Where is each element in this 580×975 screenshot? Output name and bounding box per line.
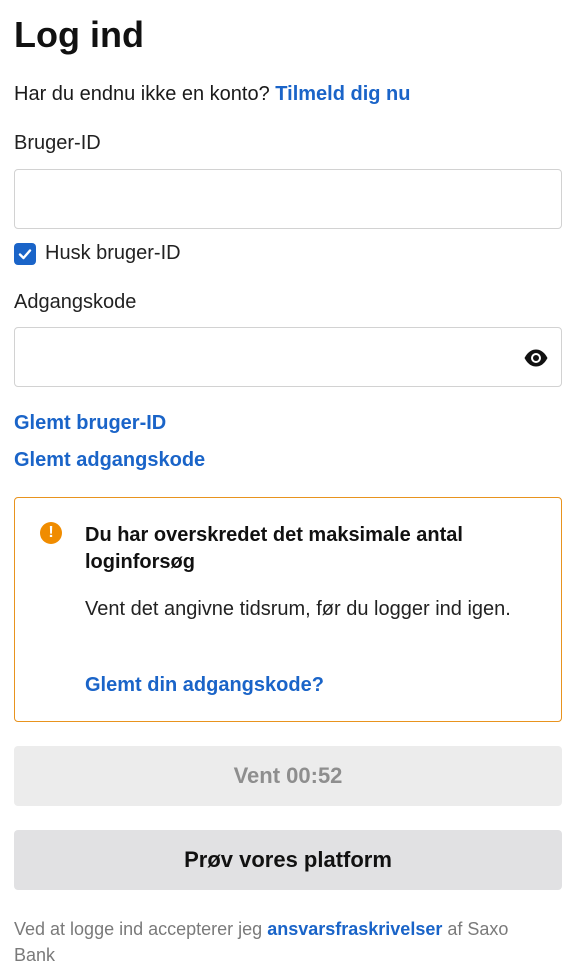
alert-forgot-password-link[interactable]: Glemt din adgangskode? (85, 674, 324, 697)
login-attempts-alert: ! Du har overskredet det maksimale antal… (14, 497, 562, 722)
login-page: Log ind Har du endnu ikke en konto? Tilm… (0, 0, 580, 975)
signup-link[interactable]: Tilmeld dig nu (275, 83, 410, 105)
disclaimer-prefix: Ved at logge ind accepterer jeg (14, 919, 263, 939)
try-platform-button[interactable]: Prøv vores platform (14, 830, 562, 890)
forgot-user-id-link[interactable]: Glemt bruger-ID (14, 412, 166, 435)
show-password-eye-icon[interactable] (523, 346, 549, 370)
password-input[interactable] (15, 328, 561, 386)
remember-user-id: Husk bruger-ID (14, 242, 181, 265)
alert-body: Vent det angivne tidsrum, før du logger … (85, 598, 511, 620)
warning-icon: ! (40, 522, 62, 544)
signup-prompt-text: Har du endnu ikke en konto? (14, 83, 270, 105)
password-label: Adgangskode (14, 291, 137, 313)
remember-user-id-label: Husk bruger-ID (45, 242, 181, 264)
alert-title: Du har overskredet det maksimale antal l… (85, 524, 463, 573)
user-id-field-wrapper (14, 169, 562, 229)
page-title: Log ind (14, 14, 144, 55)
disclaimer-link[interactable]: ansvarsfraskrivelser (267, 919, 442, 939)
forgot-password-link[interactable]: Glemt adgangskode (14, 449, 205, 472)
user-id-label: Bruger-ID (14, 132, 101, 154)
checkmark-icon (18, 248, 32, 259)
remember-user-id-checkbox[interactable] (14, 242, 36, 265)
password-field-wrapper (14, 327, 562, 387)
signup-prompt: Har du endnu ikke en konto? Tilmeld dig … (14, 83, 410, 106)
user-id-input[interactable] (15, 170, 561, 228)
wait-countdown-button: Vent 00:52 (14, 746, 562, 806)
disclaimer-text: Ved at logge ind accepterer jeg ansvarsf… (14, 916, 554, 968)
